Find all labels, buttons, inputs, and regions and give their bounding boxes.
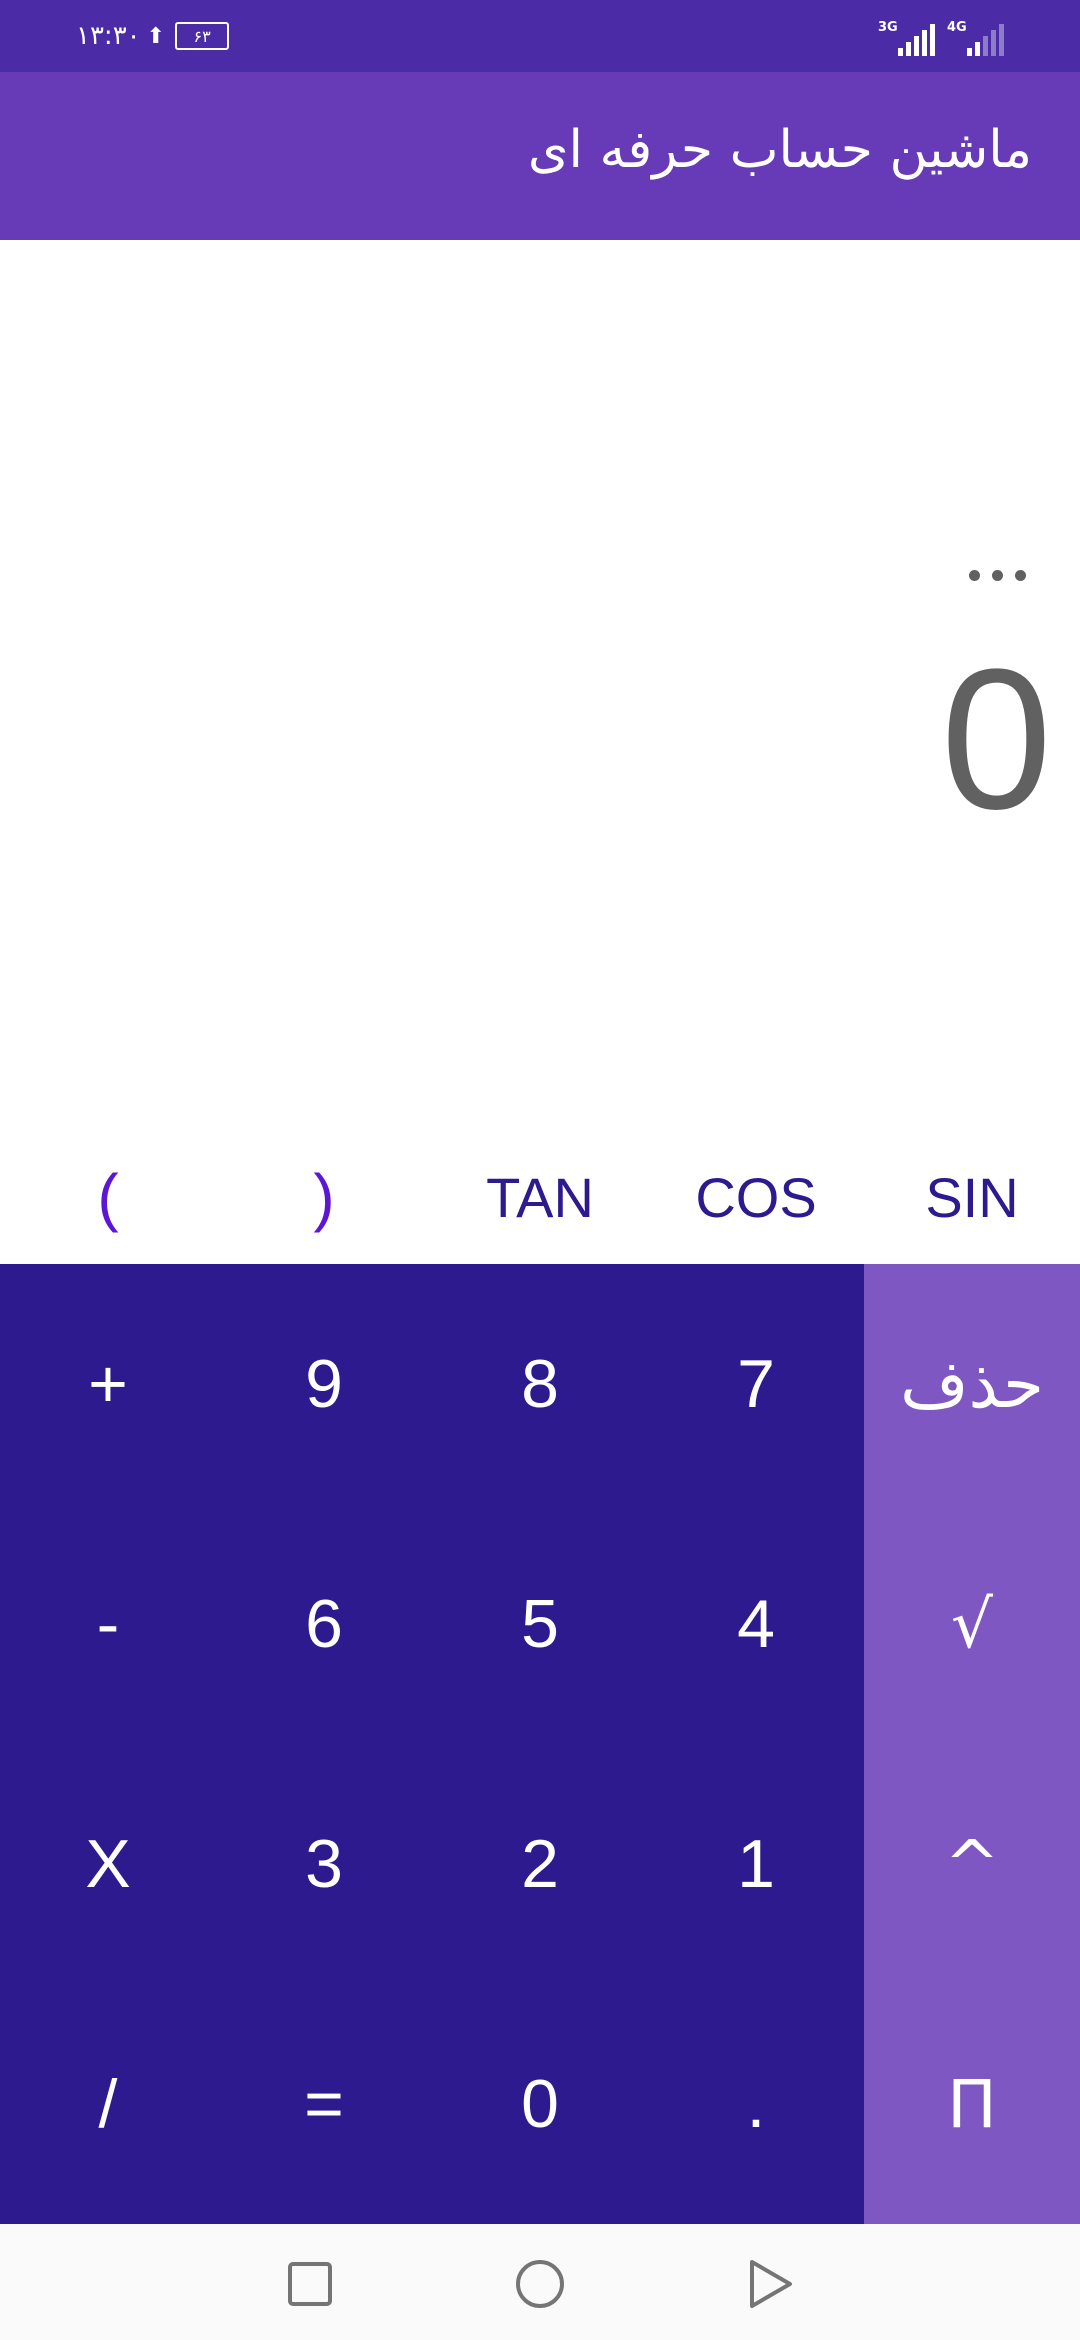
sqrt-button[interactable]: √ [864, 1504, 1080, 1744]
pi-button[interactable]: Π [864, 1984, 1080, 2224]
plus-button[interactable]: + [0, 1264, 216, 1504]
divide-button[interactable]: / [0, 1984, 216, 2224]
digit-1-button[interactable]: 1 [648, 1744, 864, 1984]
app-title: ماشین حساب حرفه ای [527, 120, 1032, 180]
battery-icon: ۶۳ [175, 22, 230, 50]
multiply-button[interactable]: X [0, 1744, 216, 1984]
sin-button[interactable]: SIN [864, 1130, 1080, 1264]
battery-level: ۶۳ [193, 26, 211, 46]
notification-icon: ⬆ [146, 23, 166, 49]
network-type-2: 4G [947, 20, 967, 35]
signal-4g-icon: 4G [947, 20, 1004, 56]
status-bar: ۱۳:۳۰ ⬆ ۶۳ 3G 4G [0, 0, 1080, 72]
status-right: 3G 4G [878, 16, 1004, 56]
side-pad: حذف √ ^ Π [864, 1264, 1080, 2224]
recent-apps-icon[interactable] [280, 2254, 340, 2314]
digit-6-button[interactable]: 6 [216, 1504, 432, 1744]
status-time: ۱۳:۳۰ [76, 21, 141, 51]
navigation-bar [0, 2224, 1080, 2340]
keypad: + 9 8 7 - 6 5 4 X 3 2 1 / = 0 . [0, 1264, 864, 2224]
decimal-button[interactable]: . [648, 1984, 864, 2224]
minus-button[interactable]: - [0, 1504, 216, 1744]
more-options-icon[interactable] [969, 570, 1026, 581]
digit-3-button[interactable]: 3 [216, 1744, 432, 1984]
digit-9-button[interactable]: 9 [216, 1264, 432, 1504]
home-icon[interactable] [510, 2254, 570, 2314]
digit-8-button[interactable]: 8 [432, 1264, 648, 1504]
status-left: ۱۳:۳۰ ⬆ ۶۳ [76, 18, 230, 54]
close-paren-button[interactable]: ) [216, 1130, 432, 1264]
digit-4-button[interactable]: 4 [648, 1504, 864, 1744]
cos-button[interactable]: COS [648, 1130, 864, 1264]
signal-3g-icon: 3G [878, 20, 935, 56]
delete-button[interactable]: حذف [864, 1264, 1080, 1504]
digit-5-button[interactable]: 5 [432, 1504, 648, 1744]
app-bar: ماشین حساب حرفه ای [0, 72, 1080, 240]
equals-button[interactable]: = [216, 1984, 432, 2224]
digit-0-button[interactable]: 0 [432, 1984, 648, 2224]
back-icon[interactable] [740, 2254, 800, 2314]
scientific-row: ( ) TAN COS SIN [0, 1130, 1080, 1264]
power-button[interactable]: ^ [864, 1744, 1080, 1984]
digit-7-button[interactable]: 7 [648, 1264, 864, 1504]
digit-2-button[interactable]: 2 [432, 1744, 648, 1984]
display-area: 0 [0, 240, 1080, 1130]
network-type-1: 3G [878, 20, 898, 35]
open-paren-button[interactable]: ( [0, 1130, 216, 1264]
result-display: 0 [940, 628, 1052, 851]
tan-button[interactable]: TAN [432, 1130, 648, 1264]
